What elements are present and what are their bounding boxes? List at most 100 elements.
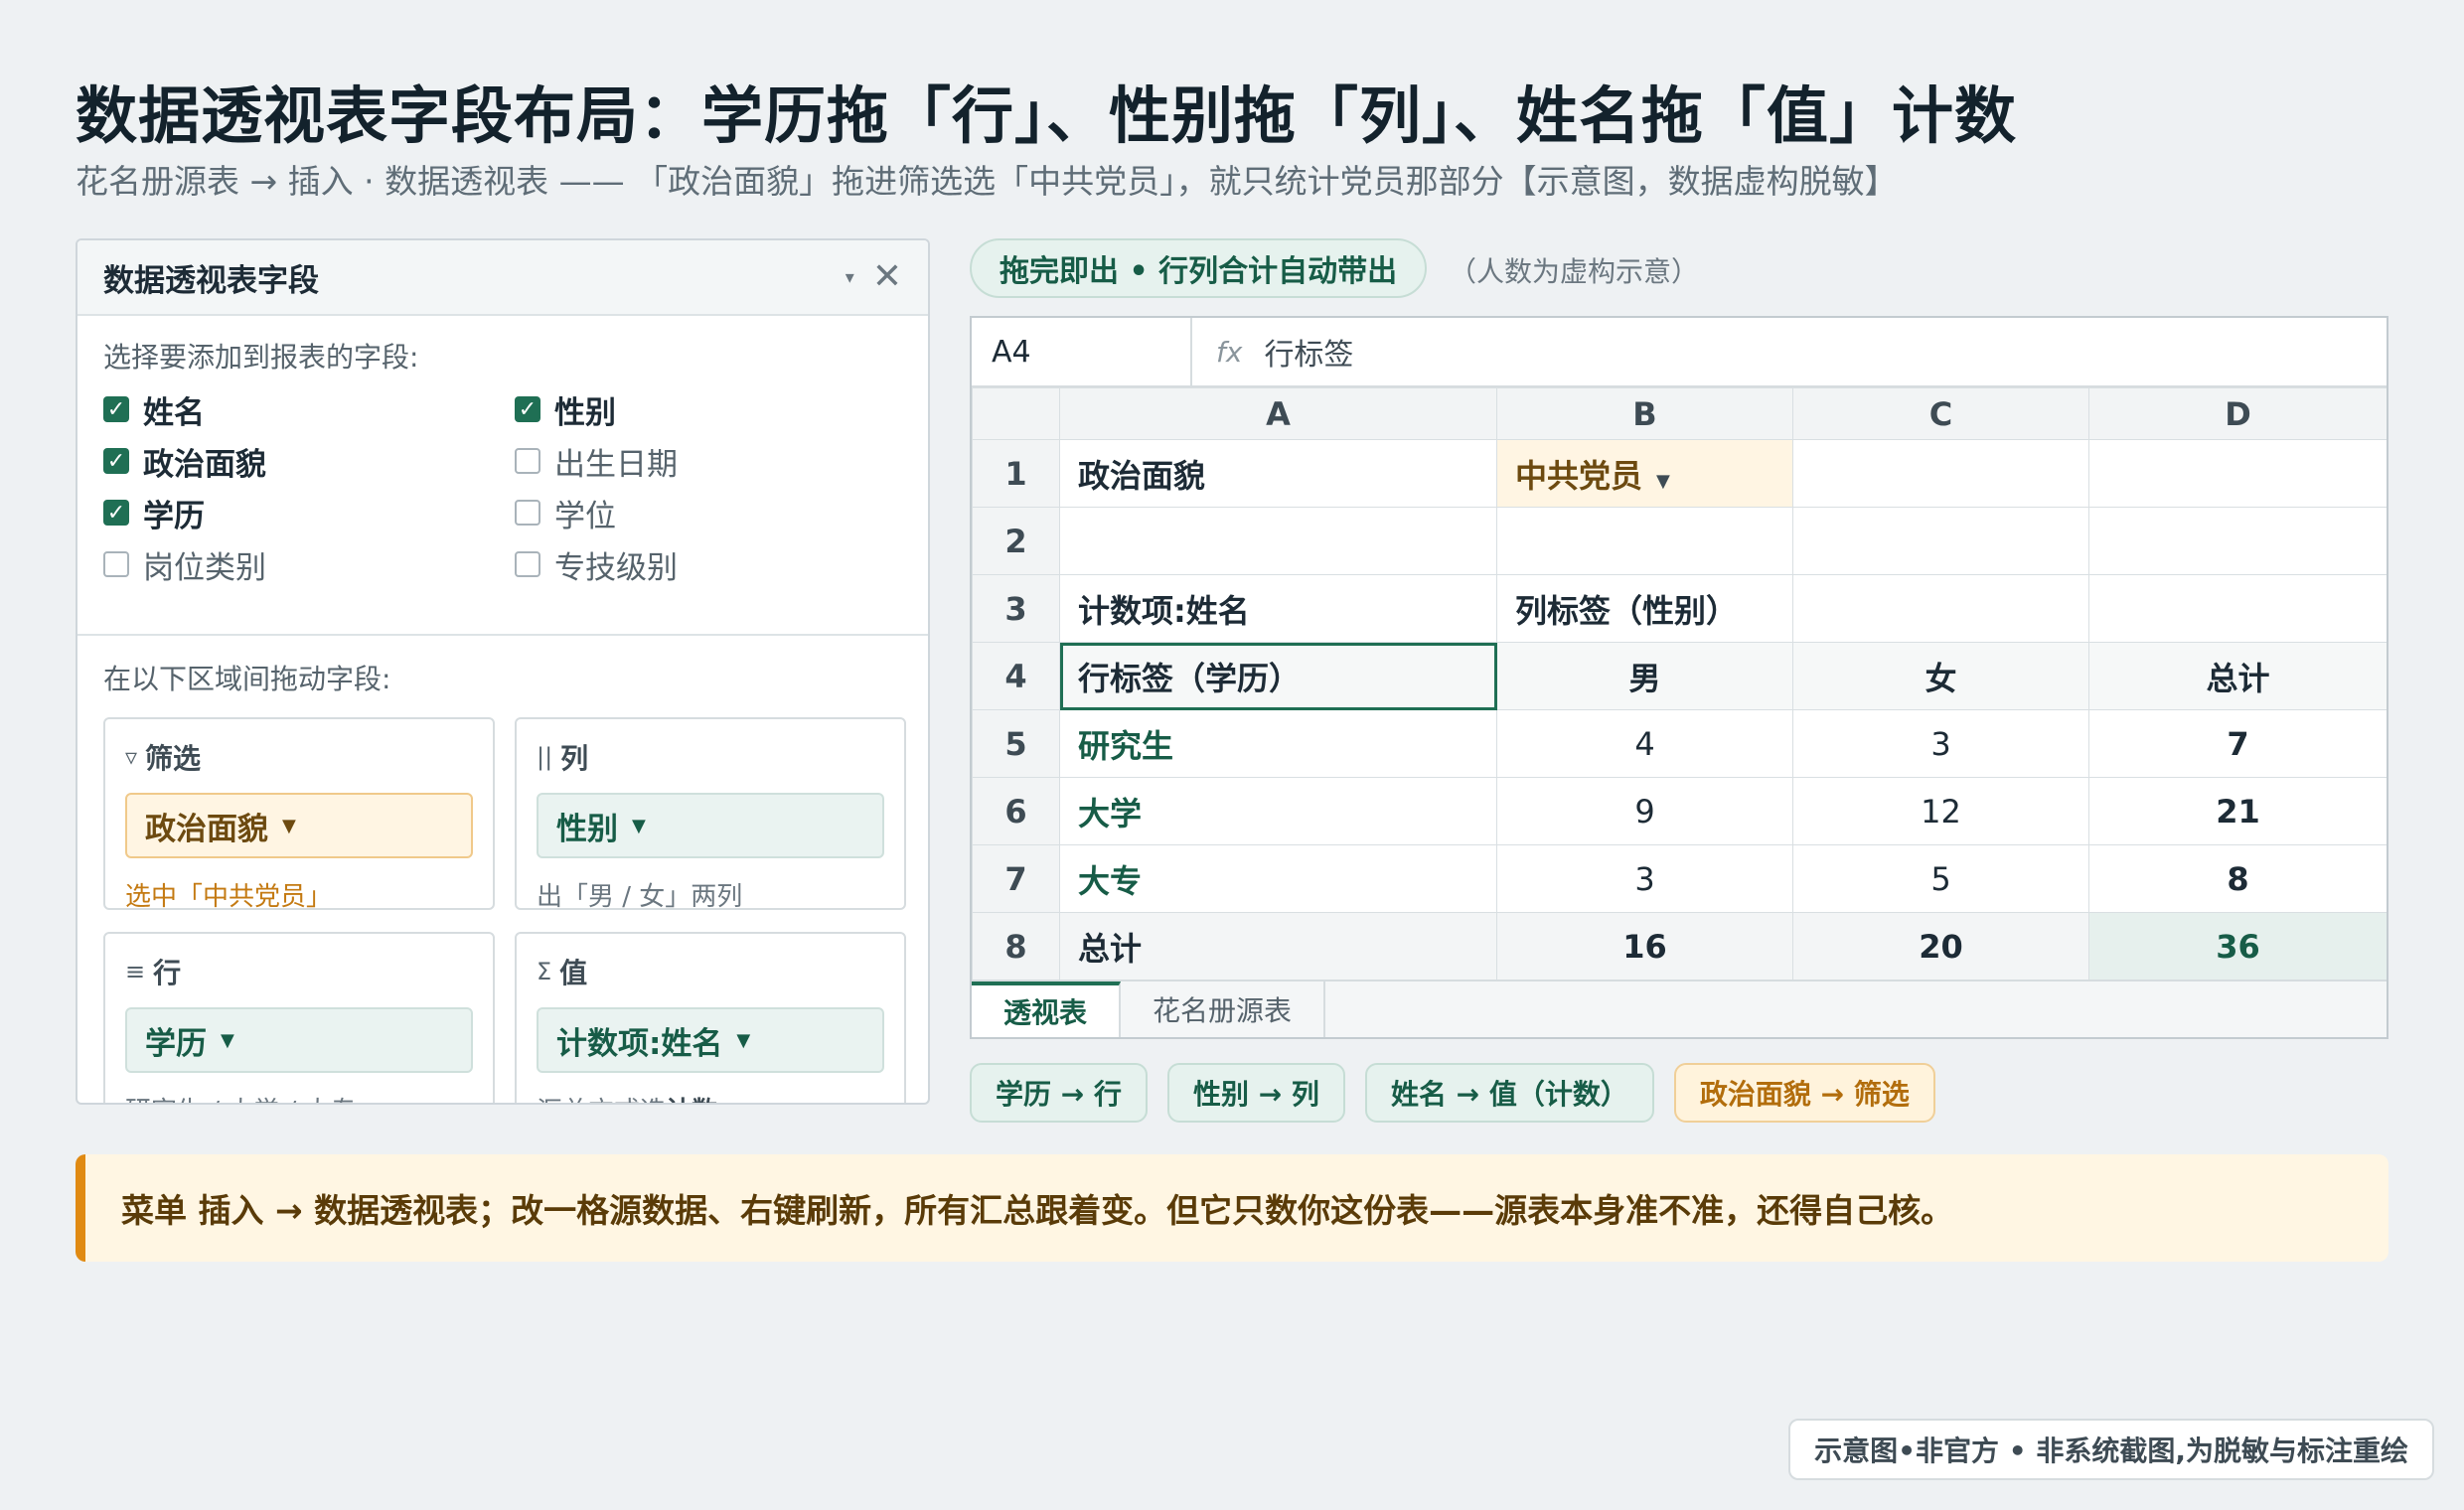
formula-input[interactable]: 行标签: [1242, 330, 1353, 374]
panel-options-caret-icon[interactable]: ▾: [846, 267, 854, 288]
cell[interactable]: 计数项:姓名: [1059, 574, 1497, 643]
cell[interactable]: [2088, 574, 2387, 643]
cell[interactable]: 男: [1496, 642, 1793, 710]
values-area-header: Σ 值: [537, 952, 884, 991]
field-item-education[interactable]: ✓ 学历: [103, 493, 515, 534]
dropdown-caret-icon[interactable]: ▼: [736, 1030, 750, 1051]
field-label: 性别: [554, 394, 616, 431]
corner-cell[interactable]: [972, 387, 1060, 440]
cell[interactable]: 3: [1792, 709, 2089, 778]
row-header[interactable]: 2: [972, 507, 1060, 575]
cell[interactable]: 3: [1496, 844, 1793, 913]
page-title: 数据透视表字段布局：学历拖「行」、性别拖「列」、姓名拖「值」计数: [76, 79, 2018, 152]
row-header[interactable]: 8: [972, 912, 1060, 981]
field-item-birth-date[interactable]: 出生日期: [515, 441, 912, 483]
cell[interactable]: [1792, 439, 2089, 508]
cell[interactable]: 21: [2088, 777, 2387, 845]
checkbox-unchecked-icon[interactable]: [515, 500, 540, 526]
column-header[interactable]: C: [1792, 387, 2089, 440]
drag-areas-label: 在以下区域间拖动字段:: [103, 663, 391, 695]
panel-header: 数据透视表字段 ▾ ✕: [77, 240, 928, 316]
table-row: 5 研究生 4 3 7: [972, 709, 2387, 778]
grand-total-cell[interactable]: 36: [2088, 912, 2387, 981]
table-row: 4 行标签（学历） 男 女 总计: [972, 642, 2387, 710]
checkbox-checked-icon[interactable]: ✓: [515, 396, 540, 422]
filter-area[interactable]: ▿ 筛选 政治面貌 ▼ 选中「中共党员」: [103, 717, 495, 912]
column-header[interactable]: A: [1059, 387, 1497, 440]
cell[interactable]: 女: [1792, 642, 2089, 710]
checkbox-checked-icon[interactable]: ✓: [103, 448, 129, 474]
field-item-gender[interactable]: ✓ 性别: [515, 389, 912, 431]
field-item-job-category[interactable]: 岗位类别: [103, 544, 515, 586]
table-row: 8 总计 16 20 36: [972, 912, 2387, 981]
values-field-chip[interactable]: 计数项:姓名 ▼: [537, 1007, 884, 1073]
field-label: 专技级别: [554, 549, 678, 586]
rows-icon: ≡: [125, 958, 146, 985]
cell[interactable]: 4: [1496, 709, 1793, 778]
column-header[interactable]: B: [1496, 387, 1793, 440]
cell[interactable]: [1059, 507, 1497, 575]
row-header[interactable]: 7: [972, 844, 1060, 913]
filter-value-cell[interactable]: 中共党员 ▼: [1496, 439, 1793, 508]
table-row: 6 大学 9 12 21: [972, 777, 2387, 845]
cell[interactable]: 20: [1792, 912, 2089, 981]
filter-area-title: 筛选: [145, 742, 202, 775]
cell[interactable]: [1792, 574, 2089, 643]
cell[interactable]: 9: [1496, 777, 1793, 845]
column-header[interactable]: D: [2088, 387, 2387, 440]
rows-area-title: 行: [153, 957, 182, 989]
cell[interactable]: [2088, 439, 2387, 508]
chip-label: 政治面貌: [145, 811, 268, 847]
field-item-name[interactable]: ✓ 姓名: [103, 389, 515, 431]
cell[interactable]: 7: [2088, 709, 2387, 778]
active-cell[interactable]: 行标签（学历）: [1059, 642, 1497, 710]
checkbox-checked-icon[interactable]: ✓: [103, 500, 129, 526]
dropdown-caret-icon[interactable]: ▼: [221, 1030, 234, 1051]
field-label: 姓名: [143, 394, 205, 431]
cell[interactable]: 总计: [1059, 912, 1497, 981]
table-row: 2: [972, 507, 2387, 575]
cell[interactable]: [1792, 507, 2089, 575]
cell[interactable]: [1496, 507, 1793, 575]
cell[interactable]: 大学: [1059, 777, 1497, 845]
filter-field-chip[interactable]: 政治面貌 ▼: [125, 793, 473, 858]
filter-value: 中共党员: [1515, 456, 1643, 495]
columns-area[interactable]: || 列 性别 ▼ 出「男 / 女」两列: [515, 717, 906, 912]
checkbox-unchecked-icon[interactable]: [103, 551, 129, 577]
dropdown-caret-icon[interactable]: ▼: [1656, 471, 1670, 492]
field-item-degree[interactable]: 学位: [515, 493, 912, 534]
chip-label: 性别: [556, 811, 618, 847]
field-label: 学历: [143, 498, 205, 534]
cell[interactable]: 16: [1496, 912, 1793, 981]
checkbox-unchecked-icon[interactable]: [515, 551, 540, 577]
field-item-tech-level[interactable]: 专技级别: [515, 544, 912, 586]
row-header[interactable]: 5: [972, 709, 1060, 778]
dropdown-caret-icon[interactable]: ▼: [632, 816, 646, 836]
name-box[interactable]: A4: [972, 318, 1192, 385]
tab-roster-source[interactable]: 花名册源表: [1121, 982, 1326, 1037]
cell[interactable]: 8: [2088, 844, 2387, 913]
field-list: ✓ 姓名 ✓ 性别 ✓ 政治面貌 出生日期 ✓ 学历 学位 岗位类别 专技级别: [103, 389, 902, 586]
rows-area[interactable]: ≡ 行 学历 ▼ 研究生 / 大学 / 大专...: [103, 932, 495, 1103]
row-header[interactable]: 3: [972, 574, 1060, 643]
cell[interactable]: 大专: [1059, 844, 1497, 913]
row-header[interactable]: 1: [972, 439, 1060, 508]
dropdown-caret-icon[interactable]: ▼: [282, 816, 296, 836]
tab-pivot[interactable]: 透视表: [972, 982, 1122, 1037]
rows-field-chip[interactable]: 学历 ▼: [125, 1007, 473, 1073]
row-header[interactable]: 4: [972, 642, 1060, 710]
cell[interactable]: 研究生: [1059, 709, 1497, 778]
cell[interactable]: 5: [1792, 844, 2089, 913]
field-item-political-status[interactable]: ✓ 政治面貌: [103, 441, 515, 483]
row-header[interactable]: 6: [972, 777, 1060, 845]
panel-close-icon[interactable]: ✕: [872, 259, 902, 295]
values-area[interactable]: Σ 值 计数项:姓名 ▼ 汇总方式选计数: [515, 932, 906, 1103]
columns-field-chip[interactable]: 性别 ▼: [537, 793, 884, 858]
cell[interactable]: 列标签（性别）: [1496, 574, 1793, 643]
checkbox-checked-icon[interactable]: ✓: [103, 396, 129, 422]
cell[interactable]: 12: [1792, 777, 2089, 845]
cell[interactable]: 政治面貌: [1059, 439, 1497, 508]
cell[interactable]: [2088, 507, 2387, 575]
cell[interactable]: 总计: [2088, 642, 2387, 710]
checkbox-unchecked-icon[interactable]: [515, 448, 540, 474]
